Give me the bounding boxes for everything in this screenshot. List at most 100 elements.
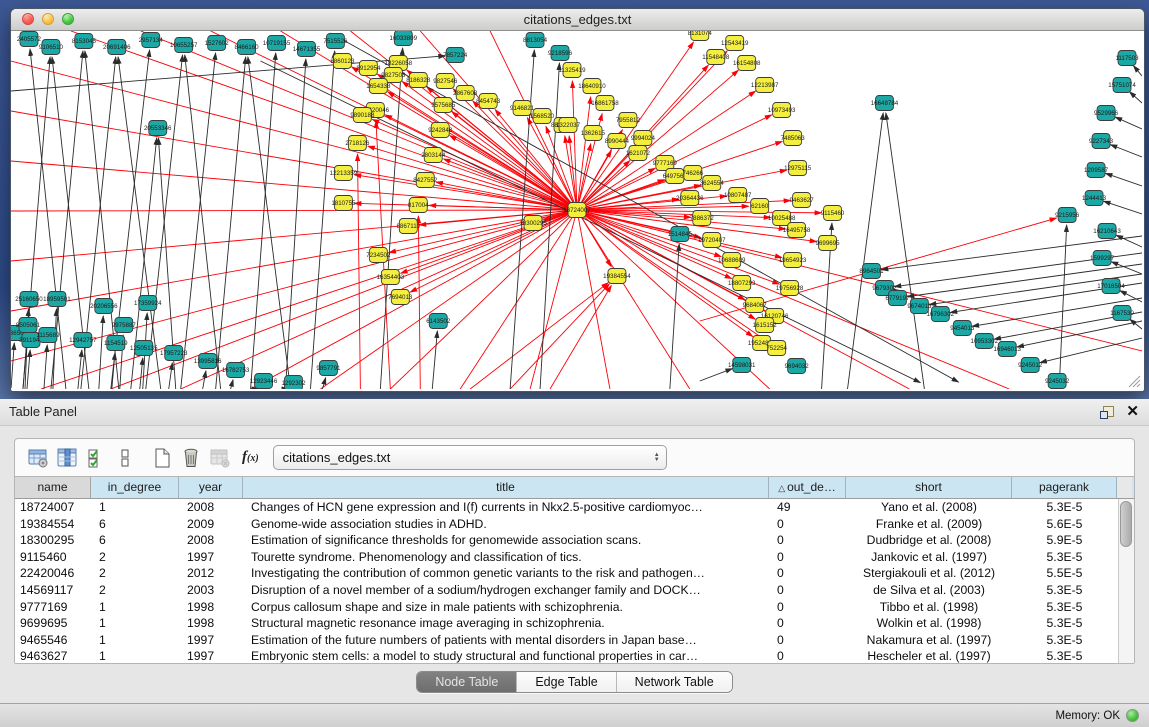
- graph-node[interactable]: 12975115: [784, 161, 812, 176]
- delete-table-icon[interactable]: [178, 445, 204, 471]
- table-row[interactable]: 969969511998Structural magnetic resonanc…: [15, 615, 1134, 632]
- graph-node[interactable]: 1810755: [331, 196, 356, 211]
- graph-node[interactable]: 1615152: [753, 318, 778, 333]
- table-settings-icon[interactable]: [25, 445, 51, 471]
- graph-node[interactable]: 20206556: [90, 299, 118, 314]
- graph-node[interactable]: 1322037: [556, 118, 581, 133]
- graph-node[interactable]: 817004: [408, 198, 429, 213]
- graph-node[interactable]: 10688609: [718, 253, 746, 268]
- graph-node[interactable]: 19654923: [779, 253, 807, 268]
- graph-node[interactable]: 9218596: [548, 46, 573, 61]
- window-titlebar[interactable]: citations_edges.txt: [11, 9, 1144, 31]
- graph-node[interactable]: 8990444: [605, 134, 630, 149]
- resize-grip-icon[interactable]: [1133, 380, 1140, 387]
- table-row[interactable]: 977716911998Corpus callosum shape and si…: [15, 599, 1134, 616]
- graph-node[interactable]: 9890188: [350, 108, 375, 123]
- graph-node[interactable]: 1209587: [1084, 163, 1109, 178]
- graph-node[interactable]: 1117503: [1115, 51, 1139, 66]
- column-header-short[interactable]: short: [846, 477, 1012, 498]
- graph-node[interactable]: 1599297: [1090, 251, 1115, 266]
- select-column-icon[interactable]: [54, 445, 80, 471]
- graph-node[interactable]: 2405572: [17, 32, 42, 47]
- graph-node[interactable]: 10807487: [724, 188, 752, 203]
- graph-node[interactable]: 746266: [682, 166, 703, 181]
- graph-node[interactable]: 17359924: [134, 296, 162, 311]
- graph-node[interactable]: 1115689: [36, 328, 60, 343]
- graph-node[interactable]: 1362615: [581, 126, 606, 141]
- graph-node[interactable]: 16033809: [390, 31, 418, 46]
- graph-node[interactable]: 19720407: [698, 233, 726, 248]
- graph-node[interactable]: 9699695: [816, 236, 841, 251]
- graph-node[interactable]: 1527602: [205, 36, 230, 51]
- column-header-in_degree[interactable]: in_degree: [91, 477, 179, 498]
- graph-node[interactable]: 8427552: [413, 173, 438, 188]
- graph-node[interactable]: 7886372: [690, 211, 715, 226]
- graph-node[interactable]: 1167530: [1110, 306, 1134, 321]
- graph-node[interactable]: 7485063: [781, 131, 806, 146]
- graph-node[interactable]: 8912954: [356, 61, 381, 76]
- graph-node[interactable]: 25160650: [15, 292, 43, 307]
- graph-node[interactable]: 7955812: [616, 113, 641, 128]
- table-row[interactable]: 2242004622012Investigating the contribut…: [15, 565, 1134, 582]
- graph-node[interactable]: 8505061: [16, 318, 41, 333]
- minimize-window-icon[interactable]: [42, 13, 54, 25]
- graph-node[interactable]: 9106510: [39, 40, 64, 55]
- graph-node[interactable]: 8186328: [406, 73, 431, 88]
- close-panel-icon[interactable]: ✕: [1126, 399, 1139, 425]
- network-canvas[interactable]: 1872400724055729106510815304520691406295…: [11, 31, 1142, 389]
- graph-node[interactable]: 18640910: [578, 79, 606, 94]
- graph-node[interactable]: 10655257: [170, 38, 198, 53]
- graph-node[interactable]: 9827546: [433, 74, 458, 89]
- graph-node[interactable]: 20364436: [676, 191, 704, 206]
- graph-node[interactable]: 9463627: [790, 193, 815, 208]
- graph-node[interactable]: 11325419: [558, 63, 586, 78]
- graph-node[interactable]: 2718126: [345, 136, 370, 151]
- graph-node[interactable]: 19384554: [603, 269, 631, 284]
- graph-node[interactable]: 2957134: [139, 33, 164, 48]
- graph-node[interactable]: 12923446: [250, 374, 278, 389]
- graph-node[interactable]: 1244413: [1082, 191, 1107, 206]
- graph-node[interactable]: 9529966: [1094, 106, 1119, 121]
- zoom-window-icon[interactable]: [62, 13, 74, 25]
- graph-node[interactable]: 8454743: [476, 94, 501, 109]
- graph-node[interactable]: 20553346: [144, 121, 172, 136]
- graph-node[interactable]: 1154519: [104, 336, 128, 351]
- graph-node[interactable]: 15751074: [1108, 78, 1136, 93]
- table-selector-dropdown[interactable]: citations_edges.txt ▲▼: [273, 445, 667, 470]
- graph-node[interactable]: 1514845: [668, 227, 693, 242]
- vertical-scrollbar[interactable]: [1118, 499, 1134, 663]
- table-row[interactable]: 946362711997Embryonic stem cells: a mode…: [15, 648, 1134, 663]
- delete-column-icon[interactable]: [207, 445, 233, 471]
- graph-node[interactable]: 6143502: [426, 314, 451, 329]
- new-table-icon[interactable]: [149, 445, 175, 471]
- column-header-title[interactable]: title: [243, 477, 769, 498]
- graph-node[interactable]: 10973493: [768, 103, 796, 118]
- table-row[interactable]: 911546021997Tourette syndrome. Phenomeno…: [15, 549, 1134, 566]
- graph-node[interactable]: 6779197: [885, 291, 910, 306]
- resize-grip-icon[interactable]: [1137, 384, 1140, 387]
- tab-node-table[interactable]: Node Table: [417, 672, 517, 692]
- tab-edge-table[interactable]: Edge Table: [517, 672, 616, 692]
- scrollbar-thumb[interactable]: [1120, 501, 1132, 547]
- column-header-pagerank[interactable]: pagerank: [1012, 477, 1117, 498]
- graph-node[interactable]: 1621072: [626, 146, 651, 161]
- graph-node[interactable]: 8867110: [396, 219, 420, 234]
- graph-node[interactable]: 7694013: [388, 290, 413, 305]
- select-rows-icon[interactable]: [83, 445, 109, 471]
- graph-node[interactable]: 10719155: [263, 36, 291, 51]
- graph-node[interactable]: 9857791: [316, 361, 341, 376]
- table-row[interactable]: 946554611997Estimation of the future num…: [15, 632, 1134, 649]
- graph-node[interactable]: 2803144: [421, 148, 446, 163]
- column-header-year[interactable]: year: [179, 477, 243, 498]
- graph-node[interactable]: 7857224: [443, 48, 468, 63]
- graph-node[interactable]: 9975887: [112, 318, 137, 333]
- graph-node[interactable]: 8860123: [330, 54, 355, 69]
- table-row[interactable]: 1456911722003Disruption of a novel membe…: [15, 582, 1134, 599]
- graph-node[interactable]: 9694032: [785, 359, 810, 374]
- graph-node[interactable]: 14598031: [728, 358, 756, 373]
- graph-node[interactable]: 14671355: [293, 42, 321, 57]
- graph-node[interactable]: 16648784: [871, 96, 899, 111]
- graph-node[interactable]: 7234502: [366, 248, 391, 263]
- table-panel-titlebar[interactable]: Table Panel ✕: [0, 399, 1149, 426]
- graph-node[interactable]: 8153045: [72, 34, 97, 49]
